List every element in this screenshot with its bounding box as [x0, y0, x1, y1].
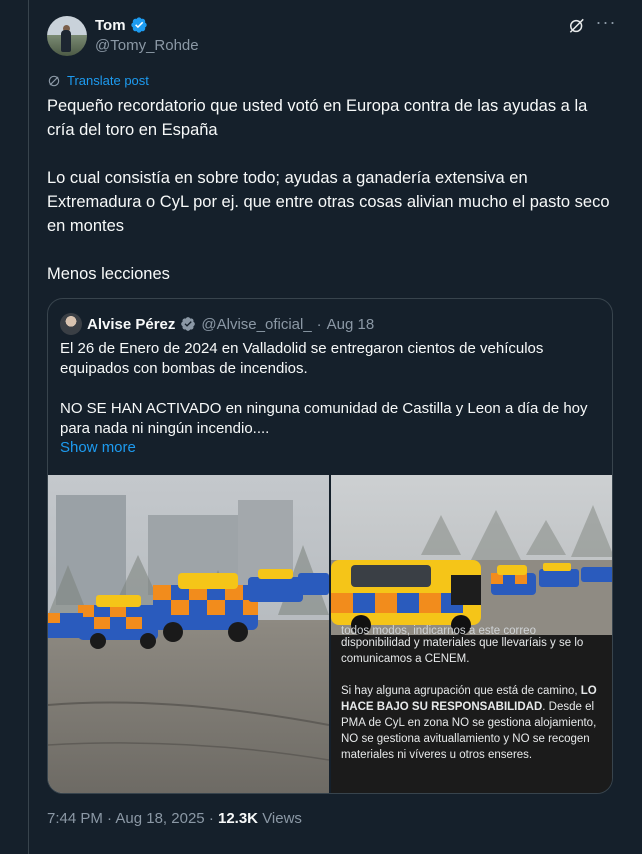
translate-icon [48, 75, 60, 86]
verified-badge-icon [181, 317, 196, 331]
quoted-paragraph: NO SE HAN ACTIVADO en ninguna comunidad … [60, 400, 588, 437]
dot-separator: · [208, 810, 214, 827]
author-name[interactable]: Tom [95, 17, 126, 34]
dot-separator: · [316, 315, 322, 333]
vehicles-photo [331, 475, 612, 635]
more-icon[interactable]: ··· [595, 13, 617, 36]
translate-post-link[interactable]: Translate post [47, 73, 149, 88]
author-row: Tom [95, 16, 148, 34]
quoted-paragraph: El 26 de Enero de 2024 en Valladolid se … [60, 340, 544, 377]
vehicles-photo [48, 475, 329, 793]
views-label: Views [262, 810, 302, 827]
quoted-date[interactable]: Aug 18 [327, 316, 375, 333]
notice-paragraph: Si hay alguna agrupación que está de cam… [341, 683, 609, 763]
tweet-paragraph: Menos lecciones [47, 265, 170, 283]
translate-post-label: Translate post [67, 73, 149, 88]
quoted-avatar[interactable] [60, 313, 82, 335]
tweet-paragraph: Lo cual consistía en sobre todo; ayudas … [47, 169, 610, 235]
post-meta: 7:44 PM · Aug 18, 2025 · 12.3K Views [47, 810, 302, 827]
notice-lead: Si hay alguna agrupación que está de cam… [341, 685, 578, 697]
views-count: 12.3K [217, 810, 259, 827]
show-more-link[interactable]: Show more [60, 439, 136, 456]
quoted-text: El 26 de Enero de 2024 en Valladolid se … [60, 339, 600, 439]
notice-screenshot-text: todos modos, indicarnos a este correo di… [341, 625, 609, 763]
avatar[interactable] [47, 16, 87, 56]
media-photo-left[interactable] [48, 475, 329, 793]
grok-icon[interactable] [567, 16, 587, 36]
quoted-author-row: Alvise Pérez @Alvise_oficial_ · Aug 18 [60, 313, 374, 335]
post-date[interactable]: Aug 18, 2025 [115, 810, 204, 827]
quoted-author-handle[interactable]: @Alvise_oficial_ [201, 316, 311, 333]
post-container: Tom @Tomy_Rohde ··· Translate post Peque… [28, 0, 642, 854]
verified-badge-icon [130, 17, 147, 33]
quoted-author-name[interactable]: Alvise Pérez [87, 316, 175, 333]
media-photo-right[interactable]: todos modos, indicarnos a este correo di… [331, 475, 612, 793]
dot-separator: · [107, 810, 113, 827]
quoted-post[interactable]: Alvise Pérez @Alvise_oficial_ · Aug 18 E… [47, 298, 613, 794]
tweet-paragraph: Pequeño recordatorio que usted votó en E… [47, 97, 588, 139]
tweet-text: Pequeño recordatorio que usted votó en E… [47, 94, 617, 286]
post-time[interactable]: 7:44 PM [47, 810, 103, 827]
notice-paragraph: disponibilidad y materiales que llevaría… [341, 637, 584, 665]
notice-line-cut: todos modos, indicarnos a este correo [341, 625, 536, 637]
author-handle[interactable]: @Tomy_Rohde [95, 37, 199, 54]
